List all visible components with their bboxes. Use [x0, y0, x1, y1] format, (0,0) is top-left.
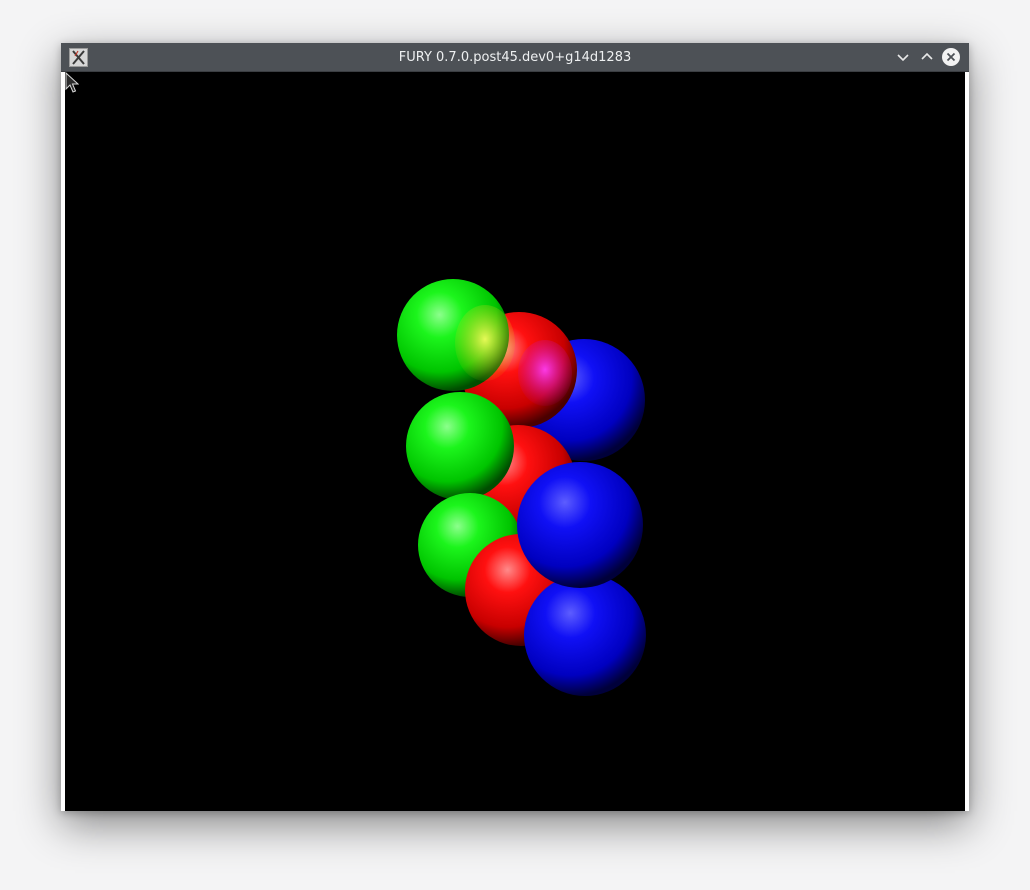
mouse-pointer-icon: [65, 72, 79, 93]
render-canvas[interactable]: [65, 72, 965, 811]
x-window-icon[interactable]: [69, 48, 88, 67]
close-button[interactable]: [941, 47, 961, 67]
chevron-up-icon: [921, 52, 933, 60]
desktop: FURY 0.7.0.post45.dev0+g14d1283: [0, 0, 1030, 890]
minimize-button[interactable]: [893, 47, 913, 67]
chevron-down-icon: [897, 54, 909, 62]
fury-window: FURY 0.7.0.post45.dev0+g14d1283: [61, 43, 969, 811]
maximize-button[interactable]: [917, 47, 937, 67]
yellow-overlap: [455, 305, 515, 381]
title-bar[interactable]: FURY 0.7.0.post45.dev0+g14d1283: [61, 43, 969, 72]
sphere-scene: [397, 279, 646, 696]
green-sphere-middle: [406, 392, 514, 500]
blue-sphere-middle: [517, 462, 643, 588]
close-icon: [942, 48, 960, 66]
blue-sphere-bottom: [524, 574, 646, 696]
window-title: FURY 0.7.0.post45.dev0+g14d1283: [398, 50, 632, 65]
magenta-overlap: [518, 340, 572, 406]
